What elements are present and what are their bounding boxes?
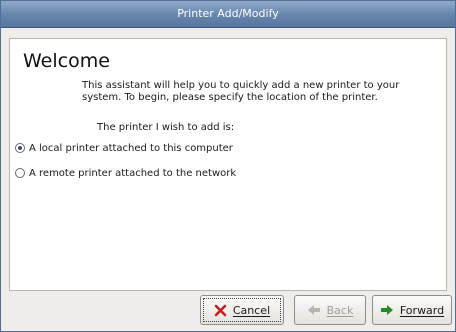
radio-button-selected[interactable] — [15, 143, 25, 153]
cancel-button[interactable]: Cancel — [200, 295, 284, 325]
intro-text: This assistant will help you to quickly … — [82, 80, 400, 103]
local-printer-option[interactable]: A local printer attached to this compute… — [15, 141, 233, 155]
assistant-content-panel: Welcome This assistant will help you to … — [9, 38, 447, 291]
local-printer-label: A local printer attached to this compute… — [29, 142, 233, 154]
radio-button-unselected[interactable] — [15, 168, 25, 178]
arrow-left-icon — [307, 304, 321, 316]
arrow-right-icon — [380, 304, 394, 316]
window-title: Printer Add/Modify — [1, 1, 455, 28]
forward-label: Forward — [399, 303, 445, 317]
forward-button[interactable]: Forward — [372, 295, 452, 325]
printer-add-modify-window: Printer Add/Modify Welcome This assistan… — [0, 0, 456, 332]
back-button[interactable]: Back — [294, 295, 366, 325]
page-heading: Welcome — [23, 50, 110, 72]
remote-printer-option[interactable]: A remote printer attached to the network — [15, 166, 236, 180]
back-label: Back — [326, 303, 354, 317]
printer-type-prompt: The printer I wish to add is: — [97, 122, 235, 133]
cancel-label: Cancel — [232, 303, 271, 317]
close-x-icon — [214, 304, 227, 317]
remote-printer-label: A remote printer attached to the network — [29, 167, 237, 179]
